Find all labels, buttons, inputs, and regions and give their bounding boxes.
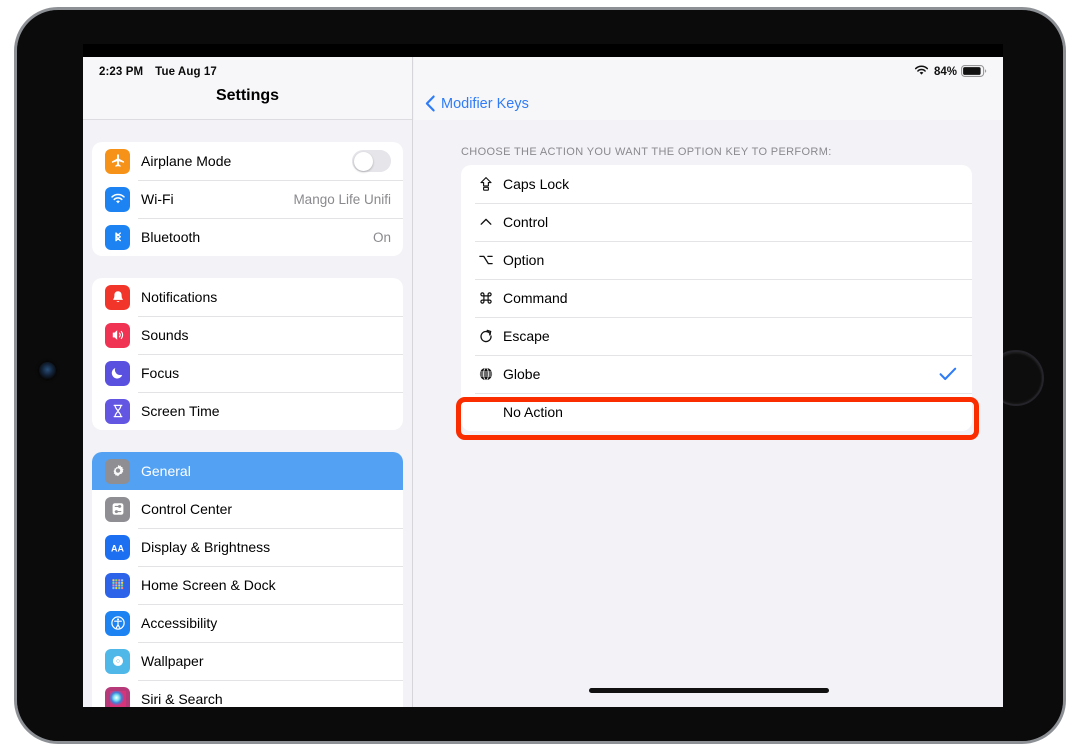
sidebar-group: Notifications Sounds Focus Screen Time [92, 278, 403, 430]
airplane-icon [105, 148, 130, 174]
sidebar-item-label: Screen Time [141, 403, 220, 419]
status-bar-right: 84% [414, 57, 1003, 87]
focus-icon [105, 360, 130, 386]
sidebar-item-label: Bluetooth [141, 229, 201, 245]
back-button[interactable]: Modifier Keys [425, 95, 529, 112]
modifier-action-options-list: Caps Lock Control Option Command Escape Globe… [461, 165, 972, 431]
airplane-mode-toggle[interactable] [352, 150, 391, 172]
option-row-caps-lock[interactable]: Caps Lock [461, 165, 972, 203]
ipad-device-frame: 2:23 PM Tue Aug 17 Settings Airplane Mod… [14, 7, 1066, 744]
checkmark-icon [939, 367, 957, 381]
sidebar-item-bluetooth[interactable]: Bluetooth On [92, 218, 403, 256]
home-indicator [588, 688, 829, 693]
option-label: Option [503, 252, 545, 268]
option-row-globe[interactable]: Globe [461, 355, 972, 393]
option-symbol-icon [475, 252, 497, 268]
sidebar-group: Airplane Mode Wi-Fi Mango Life Unifi Blueto… [92, 142, 403, 256]
sidebar-item-value: On [372, 229, 391, 245]
sidebar-item-notifications[interactable]: Notifications [92, 278, 403, 316]
sidebar-item-sounds[interactable]: Sounds [92, 316, 403, 354]
section-header: CHOOSE THE ACTION YOU WANT THE OPTION KE… [461, 146, 832, 158]
sidebar-item-home-screen-dock[interactable]: Home Screen & Dock [92, 566, 403, 604]
siri-search-icon [105, 686, 130, 707]
modifier-keys-panel: 84% Modifier Keys CHOOSE THE ACTION YOU … [414, 57, 1003, 707]
control-center-icon [105, 496, 130, 522]
wifi-icon [105, 186, 130, 212]
option-label: No Action [503, 404, 563, 420]
notifications-icon [105, 284, 130, 310]
sidebar-item-wi-fi[interactable]: Wi-Fi Mango Life Unifi [92, 180, 403, 218]
sidebar-item-screen-time[interactable]: Screen Time [92, 392, 403, 430]
option-label: Control [503, 214, 549, 230]
escape-symbol-icon [475, 328, 497, 344]
settings-sidebar: 2:23 PM Tue Aug 17 Settings Airplane Mod… [83, 57, 413, 707]
control-symbol-icon [475, 214, 497, 230]
sidebar-item-label: Control Center [141, 501, 233, 517]
status-bar-date: Tue Aug 17 [155, 66, 217, 78]
sidebar-item-label: Home Screen & Dock [141, 577, 276, 593]
sidebar-item-label: Display & Brightness [141, 539, 271, 555]
home-screen-dock-icon [105, 572, 130, 598]
accessibility-icon [105, 610, 130, 636]
page-title: Settings [215, 87, 280, 104]
wallpaper-icon [105, 648, 130, 674]
status-bar-left: 2:23 PM Tue Aug 17 [83, 57, 412, 87]
option-row-command[interactable]: Command [461, 279, 972, 317]
sidebar-item-general[interactable]: General [92, 452, 403, 490]
globe-symbol-icon [475, 366, 497, 382]
bluetooth-icon [105, 224, 130, 250]
sidebar-item-accessibility[interactable]: Accessibility [92, 604, 403, 642]
option-row-escape[interactable]: Escape [461, 317, 972, 355]
sidebar-item-label: Sounds [141, 327, 189, 343]
battery-percent-label: 84% [933, 66, 957, 78]
ipad-screen: 2:23 PM Tue Aug 17 Settings Airplane Mod… [83, 44, 1003, 707]
wifi-icon [914, 65, 929, 79]
sidebar-item-airplane-mode[interactable]: Airplane Mode [92, 142, 403, 180]
front-camera-icon [39, 362, 56, 379]
sidebar-item-label: Wallpaper [141, 653, 204, 669]
sidebar-group: General Control Center AA Display & Brightn… [92, 452, 403, 707]
sidebar-item-label: General [141, 463, 191, 479]
main-navbar: Modifier Keys [414, 87, 1003, 120]
sidebar-item-focus[interactable]: Focus [92, 354, 403, 392]
sidebar-item-label: Accessibility [141, 615, 218, 631]
svg-text:AA: AA [111, 543, 124, 553]
sounds-icon [105, 322, 130, 348]
sidebar-item-value: Mango Life Unifi [293, 191, 391, 207]
option-label: Caps Lock [503, 176, 570, 192]
status-bar-time: 2:23 PM [99, 66, 144, 78]
chevron-left-icon [425, 95, 436, 112]
command-symbol-icon [475, 290, 497, 306]
screen-top-strip [83, 44, 1003, 57]
display-brightness-icon: AA [105, 534, 130, 560]
sidebar-item-siri-search[interactable]: Siri & Search [92, 680, 403, 707]
option-row-no-action[interactable]: No Action [461, 393, 972, 431]
screen-time-icon [105, 398, 130, 424]
sidebar-item-label: Focus [141, 365, 180, 381]
sidebar-item-control-center[interactable]: Control Center [92, 490, 403, 528]
option-row-option[interactable]: Option [461, 241, 972, 279]
back-button-label: Modifier Keys [441, 95, 529, 112]
battery-icon [961, 64, 987, 80]
option-label: Globe [503, 366, 541, 382]
general-gear-icon [105, 458, 130, 484]
sidebar-item-label: Airplane Mode [141, 153, 232, 169]
sidebar-item-label: Siri & Search [141, 691, 223, 707]
option-label: Command [503, 290, 568, 306]
sidebar-scroll-area[interactable]: Airplane Mode Wi-Fi Mango Life Unifi Blueto… [83, 142, 412, 707]
sidebar-navbar: Settings [83, 87, 412, 120]
option-label: Escape [503, 328, 550, 344]
sidebar-item-display-brightness[interactable]: AA Display & Brightness [92, 528, 403, 566]
sidebar-item-label: Wi-Fi [141, 191, 174, 207]
sidebar-item-wallpaper[interactable]: Wallpaper [92, 642, 403, 680]
caps-lock-symbol-icon [475, 176, 497, 192]
option-row-control[interactable]: Control [461, 203, 972, 241]
sidebar-item-label: Notifications [141, 289, 218, 305]
